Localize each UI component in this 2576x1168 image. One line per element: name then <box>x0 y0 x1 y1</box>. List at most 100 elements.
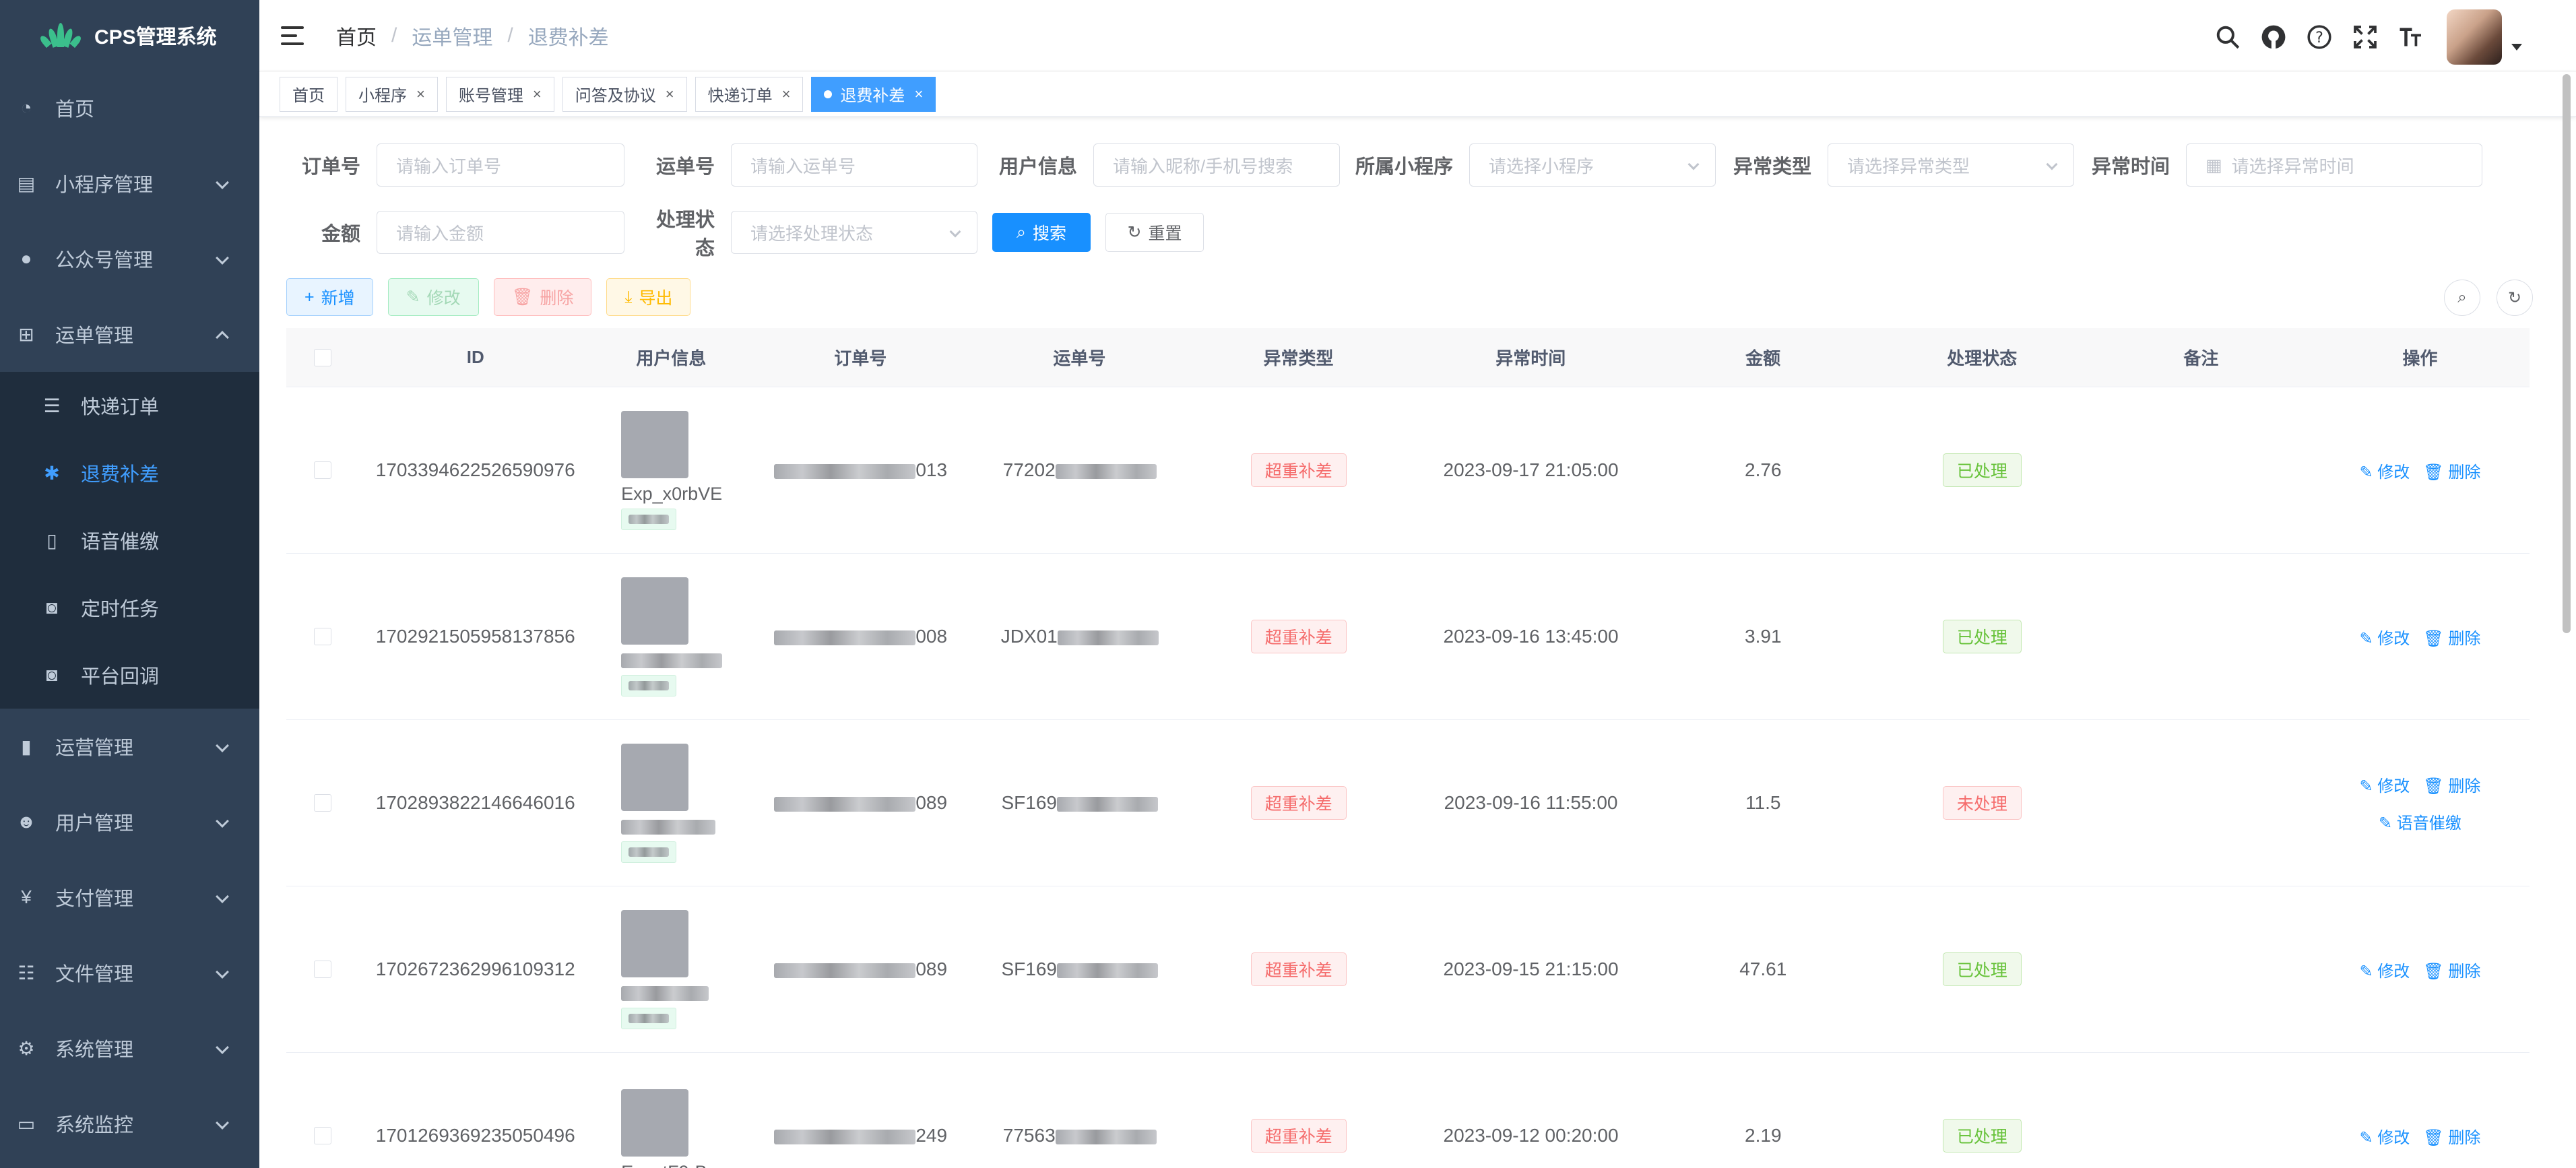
sidebar-item-platform-callback[interactable]: ◙ 平台回调 <box>0 641 259 709</box>
close-icon[interactable]: × <box>914 86 923 103</box>
edit-button[interactable]: ✎ 修改 <box>387 278 479 316</box>
edit-icon: ✎ <box>406 288 420 306</box>
list-icon: ☰ <box>43 395 61 416</box>
row-edit-link[interactable]: ✎ 修改 <box>2359 1124 2410 1148</box>
chevron-down-icon <box>216 965 229 979</box>
miniapp-select[interactable]: 请选择小程序 <box>1469 143 1716 187</box>
tab-express-orders[interactable]: 快递订单 × <box>695 76 804 112</box>
sidebar-item-users[interactable]: ☻ 用户管理 <box>0 784 259 859</box>
row-checkbox[interactable] <box>314 1127 332 1144</box>
user-avatar[interactable] <box>2447 9 2502 65</box>
sidebar-item-miniapp[interactable]: ▤ 小程序管理 <box>0 145 259 221</box>
clock-icon: ◙ <box>46 597 58 618</box>
row-delete-link[interactable]: 🗑 删除 <box>2423 459 2480 482</box>
sidebar-item-refund-diff[interactable]: ✱ 退费补差 <box>0 439 259 507</box>
page-scrollbar[interactable] <box>2563 74 2571 633</box>
sidebar-item-voice-collect[interactable]: ▯ 语音催缴 <box>0 507 259 574</box>
sidebar-item-files[interactable]: ☷ 文件管理 <box>0 935 259 1010</box>
hamburger-icon[interactable] <box>281 26 304 45</box>
tab-refund-diff[interactable]: 退费补差 × <box>811 76 936 112</box>
status-badge: 未处理 <box>1942 786 2022 820</box>
sidebar-item-waybill[interactable]: ⊞ 运单管理 <box>0 296 259 372</box>
status-badge: 已处理 <box>1942 1119 2022 1153</box>
app-logo[interactable]: CPS管理系统 <box>0 0 259 70</box>
breadcrumb-waybill[interactable]: 运单管理 <box>412 21 492 51</box>
row-voice-collect-link[interactable]: ✎ 语音催缴 <box>2379 810 2461 833</box>
row-delete-link[interactable]: 🗑 删除 <box>2423 773 2480 796</box>
sidebar-item-label: 快递订单 <box>81 397 160 418</box>
status-badge: 已处理 <box>1942 620 2022 653</box>
app-title: CPS管理系统 <box>94 26 217 48</box>
waybill-no-label: 运单号 <box>655 156 715 178</box>
row-edit-link[interactable]: ✎ 修改 <box>2359 625 2410 649</box>
search-icon: ⌕ <box>1016 222 1026 242</box>
tab-miniapp[interactable]: 小程序 × <box>346 76 438 112</box>
add-button[interactable]: + 新增 <box>286 278 373 316</box>
user-avatar <box>621 410 689 478</box>
sidebar-item-label: 语音催缴 <box>81 531 160 553</box>
status-select[interactable]: 请选择处理状态 <box>731 211 977 254</box>
row-checkbox[interactable] <box>314 961 332 978</box>
exception-type-select[interactable]: 请选择异常类型 <box>1828 143 2074 187</box>
order-no-input[interactable]: 请输入订单号 <box>377 143 624 187</box>
export-button[interactable]: ⤓ 导出 <box>606 278 691 316</box>
sidebar-item-payments[interactable]: ¥ 支付管理 <box>0 859 259 935</box>
row-checkbox[interactable] <box>314 628 332 645</box>
caret-down-icon[interactable] <box>2511 44 2522 51</box>
close-icon[interactable]: × <box>782 86 791 103</box>
breadcrumb-home[interactable]: 首页 <box>336 21 377 51</box>
bug-icon: ✱ <box>44 462 60 484</box>
user-nickname: Exp_x0rbVE <box>621 483 723 504</box>
amount-input[interactable]: 请输入金额 <box>377 211 624 254</box>
sidebar-item-scheduled-tasks[interactable]: ◙ 定时任务 <box>0 574 259 641</box>
close-icon[interactable]: × <box>416 86 425 103</box>
exception-time-picker[interactable]: ▦ 请选择异常时间 <box>2186 143 2482 187</box>
row-edit-link[interactable]: ✎ 修改 <box>2359 958 2410 981</box>
user-badge <box>621 841 677 863</box>
help-icon[interactable]: ? <box>2304 22 2335 53</box>
sidebar-item-label: 定时任务 <box>81 599 160 620</box>
close-icon[interactable]: × <box>533 86 542 103</box>
sidebar-item-operations[interactable]: ▮ 运营管理 <box>0 709 259 784</box>
row-checkbox[interactable] <box>314 794 332 812</box>
select-all-checkbox[interactable] <box>314 348 332 366</box>
cell-actions: ✎ 修改 🗑 删除 <box>2311 452 2530 489</box>
wechat-icon: ● <box>20 248 32 269</box>
delete-button[interactable]: 🗑 删除 <box>493 278 592 316</box>
action-toolbar: + 新增 ✎ 修改 🗑 删除 ⤓ 导出 <box>286 278 705 316</box>
github-icon[interactable] <box>2258 22 2289 53</box>
user-badge <box>621 674 677 696</box>
sidebar-item-monitor[interactable]: ▭ 系统监控 <box>0 1086 259 1161</box>
refresh-icon: ↻ <box>1127 223 1142 242</box>
cell-amount: 2.76 <box>1745 459 1782 480</box>
cell-exception-time: 2023-09-16 11:55:00 <box>1444 792 1618 813</box>
toggle-search-button[interactable]: ⌕ <box>2444 280 2480 316</box>
sidebar-item-system[interactable]: ⚙ 系统管理 <box>0 1010 259 1086</box>
cell-id: 1702672362996109312 <box>375 959 575 979</box>
row-delete-link[interactable]: 🗑 删除 <box>2423 958 2480 981</box>
exception-type-tag: 超重补差 <box>1250 952 1347 986</box>
tab-home[interactable]: 首页 <box>280 76 337 112</box>
waybill-no-input[interactable]: 请输入运单号 <box>731 143 977 187</box>
row-edit-link[interactable]: ✎ 修改 <box>2359 459 2410 482</box>
refresh-button[interactable]: ↻ <box>2497 280 2533 316</box>
cell-user <box>591 743 751 863</box>
sidebar-item-express-orders[interactable]: ☰ 快递订单 <box>0 372 259 439</box>
fullscreen-icon[interactable] <box>2350 22 2381 53</box>
font-size-icon[interactable] <box>2395 22 2426 53</box>
tab-accounts[interactable]: 账号管理 × <box>445 76 554 112</box>
row-edit-link[interactable]: ✎ 修改 <box>2359 773 2410 796</box>
row-checkbox[interactable] <box>314 461 332 479</box>
search-icon[interactable] <box>2212 22 2243 53</box>
sidebar-item-wechat[interactable]: ● 公众号管理 <box>0 221 259 296</box>
search-button[interactable]: ⌕ 搜索 <box>992 213 1091 252</box>
sidebar-item-home[interactable]: ◔ 首页 <box>0 70 259 145</box>
close-icon[interactable]: × <box>666 86 674 103</box>
tab-faq[interactable]: 问答及协议 × <box>562 76 687 112</box>
cell-waybill-no: 77563 <box>970 1125 1189 1146</box>
row-delete-link[interactable]: 🗑 删除 <box>2423 625 2480 649</box>
exception-type-tag: 超重补差 <box>1250 786 1347 820</box>
user-info-input[interactable]: 请输入昵称/手机号搜索 <box>1093 143 1340 187</box>
row-delete-link[interactable]: 🗑 删除 <box>2423 1124 2480 1148</box>
reset-button[interactable]: ↻ 重置 <box>1105 213 1204 252</box>
